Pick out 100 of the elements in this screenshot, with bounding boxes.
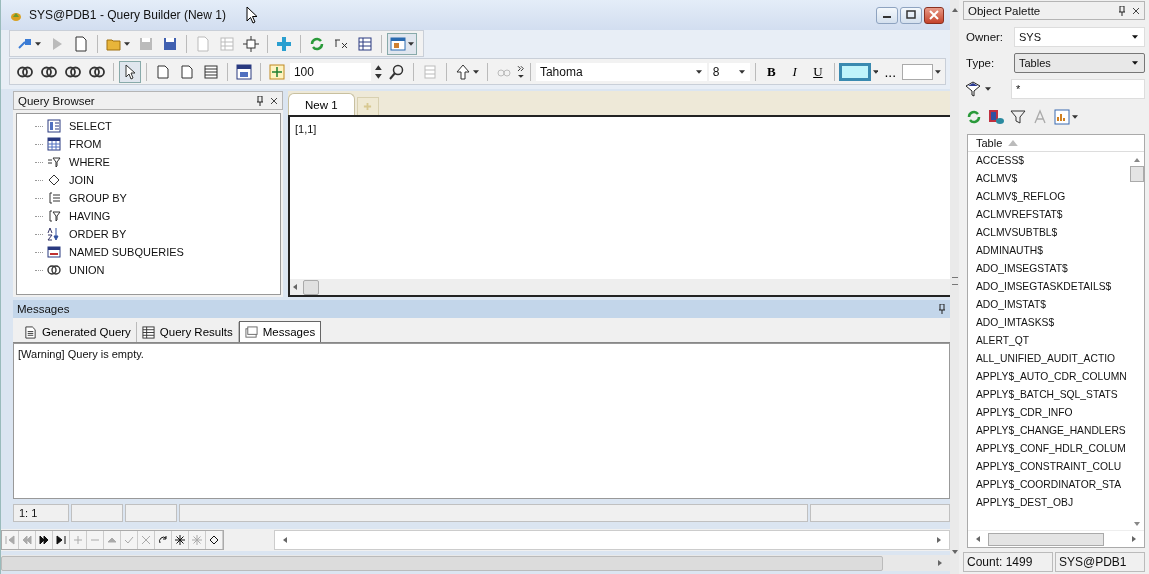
left-arrow-icon[interactable] <box>293 284 297 290</box>
table-name[interactable]: ACCESS$ <box>976 152 1130 170</box>
filter-field[interactable]: * <box>1011 79 1145 99</box>
right-arrow-icon[interactable] <box>1132 536 1136 542</box>
zoom-field[interactable]: 100 <box>289 62 372 81</box>
table-name[interactable]: APPLY$_DEST_OBJ <box>976 494 1130 512</box>
table-name[interactable]: APPLY$_CDR_INFO <box>976 404 1130 422</box>
right-arrow-icon[interactable] <box>937 537 941 543</box>
panel-title: Object Palette <box>968 4 1041 17</box>
pin-icon[interactable] <box>1118 5 1126 16</box>
tree-item[interactable]: ORDER BY <box>69 228 127 240</box>
table-name[interactable]: ADO_IMSEGTASKDETAILS$ <box>976 278 1130 296</box>
navigator-button[interactable] <box>36 531 53 549</box>
window-icon <box>235 63 252 80</box>
font-size-dropdown[interactable]: 8 <box>708 62 750 81</box>
fill-color-swatch[interactable] <box>902 63 934 80</box>
table-name[interactable]: APPLY$_CONF_HDLR_COLUM <box>976 440 1130 458</box>
previous-record-icon <box>22 535 32 545</box>
left-arrow-icon[interactable] <box>283 537 287 543</box>
field-label: Owner: <box>965 31 1005 43</box>
tree-item[interactable]: JOIN <box>69 174 95 186</box>
letter-icon <box>1032 109 1048 125</box>
up-arrow-icon[interactable] <box>1134 158 1140 162</box>
left-arrow-icon[interactable] <box>976 536 980 542</box>
pin-icon[interactable] <box>938 304 946 314</box>
caret-icon <box>124 41 130 46</box>
close-icon[interactable] <box>1132 5 1140 16</box>
table-name[interactable]: ALL_UNIFIED_AUDIT_ACTIO <box>976 350 1130 368</box>
toolbar-button[interactable] <box>387 32 417 55</box>
navigator-button[interactable] <box>155 531 172 549</box>
type-dropdown[interactable]: Tables <box>1014 53 1145 73</box>
table-name[interactable]: APPLY$_AUTO_CDR_COLUMN <box>976 368 1130 386</box>
down-arrow-icon[interactable] <box>951 550 958 554</box>
layout-icon <box>390 35 406 52</box>
table-name[interactable]: APPLY$_CONSTRAINT_COLU <box>976 458 1130 476</box>
underline-button[interactable]: U <box>807 61 829 82</box>
fit-icon <box>268 63 285 80</box>
table-name[interactable]: ACLMVREFSTAT$ <box>976 206 1130 224</box>
toolbar-button[interactable] <box>118 60 141 83</box>
caret-icon[interactable] <box>872 69 879 74</box>
field-label: Type: <box>965 57 996 69</box>
table-name[interactable]: ACLMV$ <box>976 170 1130 188</box>
panel-tab[interactable]: Query Results <box>136 322 239 342</box>
navigator-button[interactable] <box>172 531 189 549</box>
plus-icon <box>276 35 292 52</box>
overflow-icon[interactable] <box>517 63 525 80</box>
table-name[interactable]: ACLMVSUBTBL$ <box>976 224 1130 242</box>
navigator-button[interactable] <box>53 531 70 549</box>
table-name[interactable]: ALERT_QT <box>976 332 1130 350</box>
table-name[interactable]: APPLY$_BATCH_SQL_STATS <box>976 386 1130 404</box>
panel-tab[interactable]: Messages <box>238 321 322 342</box>
diagram-icon <box>357 35 373 52</box>
owner-dropdown[interactable]: SYS <box>1014 27 1145 47</box>
minimize-button[interactable] <box>876 6 898 24</box>
caret-icon[interactable] <box>935 69 942 74</box>
tree-item[interactable]: FROM <box>69 138 102 150</box>
bold-button[interactable]: B <box>760 61 782 82</box>
table-name[interactable]: APPLY$_CHANGE_HANDLERS <box>976 422 1130 440</box>
tree-item[interactable]: SELECT <box>69 120 112 132</box>
check-icon <box>124 535 134 545</box>
spinner-icon[interactable] <box>375 64 383 79</box>
table-name[interactable]: APPLY$_COORDINATOR_STA <box>976 476 1130 494</box>
tree-item[interactable]: UNION <box>69 264 105 276</box>
scrollbar-thumb[interactable] <box>988 532 1104 546</box>
splitter-grip[interactable] <box>951 277 958 285</box>
scrollbar-thumb[interactable] <box>1130 166 1144 182</box>
close-button[interactable] <box>924 6 944 24</box>
close-icon[interactable] <box>270 95 278 106</box>
filter-icon <box>47 209 61 223</box>
line-color-swatch[interactable] <box>839 62 871 81</box>
tree-item[interactable]: GROUP BY <box>69 192 127 204</box>
tree-item[interactable]: NAMED SUBQUERIES <box>69 246 184 258</box>
up-arrow-icon[interactable] <box>951 8 958 12</box>
right-arrow-icon[interactable] <box>938 560 942 566</box>
maximize-button[interactable] <box>900 6 922 24</box>
window-title: SYS@PDB1 - Query Builder (New 1) <box>29 8 226 22</box>
table-name[interactable]: ADO_IMSEGSTAT$ <box>976 260 1130 278</box>
scrollbar-thumb[interactable] <box>303 279 319 295</box>
asterisk-icon <box>192 535 202 545</box>
caret-icon <box>473 69 480 74</box>
table-name[interactable]: ADMINAUTH$ <box>976 242 1130 260</box>
table-name[interactable]: ADO_IMTASKS$ <box>976 314 1130 332</box>
column-header[interactable]: Table <box>968 135 1144 152</box>
italic-button[interactable]: I <box>783 61 806 82</box>
table-name[interactable]: ADO_IMSTAT$ <box>976 296 1130 314</box>
plus-icon <box>363 102 373 111</box>
font-dropdown[interactable]: Tahoma <box>535 62 707 81</box>
panel-tab[interactable]: Generated Query <box>19 322 137 342</box>
table-name[interactable]: ACLMV$_REFLOG <box>976 188 1130 206</box>
tree-item[interactable]: HAVING <box>69 210 111 222</box>
caret-icon <box>35 41 41 46</box>
caret-icon <box>408 41 414 46</box>
editor-tab[interactable]: New 1 <box>288 93 355 115</box>
more-button[interactable]: ... <box>880 63 901 80</box>
navigator-button[interactable] <box>206 531 223 549</box>
down-arrow-icon[interactable] <box>1134 522 1140 526</box>
copy-icon <box>195 35 211 52</box>
grid-icon <box>141 325 155 339</box>
tree-item[interactable]: WHERE <box>69 156 110 168</box>
pin-icon[interactable] <box>256 95 264 106</box>
